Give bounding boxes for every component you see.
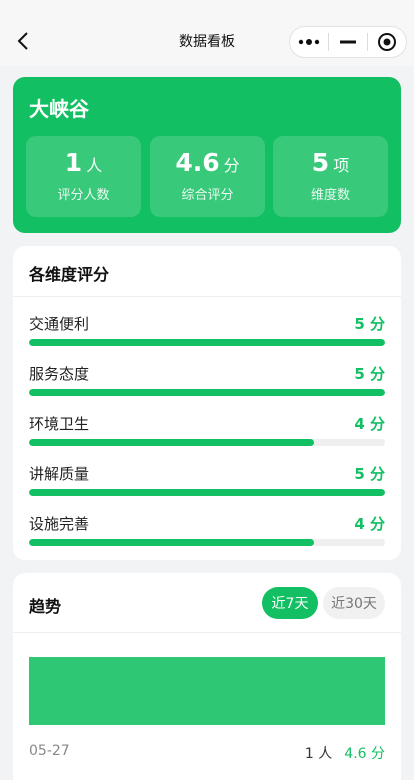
stat-rater-count: 1 人 评分人数 — [26, 136, 141, 217]
dimension-score: 5 分 — [354, 315, 385, 333]
dimension-row: 环境卫生 4 分 — [29, 413, 385, 453]
dimension-score: 4 分 — [354, 415, 385, 433]
stat-value: 1 — [64, 148, 83, 177]
stat-value: 4.6 — [175, 148, 220, 177]
trend-chart — [29, 657, 385, 725]
target-icon — [378, 33, 396, 51]
card-header: 各维度评分 — [13, 246, 401, 297]
tab-last-7-days[interactable]: 近7天 — [262, 587, 318, 619]
more-dots-icon — [298, 39, 320, 45]
score-bar-fill — [29, 439, 314, 446]
stat-label: 综合评分 — [181, 188, 234, 203]
stat-unit: 项 — [333, 156, 350, 175]
dimension-score: 5 分 — [354, 465, 385, 483]
trend-count: 1 人 — [304, 746, 333, 762]
dimension-name: 交通便利 — [29, 315, 90, 333]
minimize-button[interactable] — [329, 27, 367, 57]
summary-card: 大峡谷 1 人 评分人数 4.6 分 综合评分 5 项 维度数 — [13, 77, 401, 233]
nav-bar: 数据看板 — [0, 0, 414, 66]
trend-bar — [29, 657, 385, 725]
trend-date: 05-27 — [29, 743, 70, 759]
dimension-row: 设施完善 4 分 — [29, 513, 385, 553]
trend-row: 05-27 1 人 4.6 分 — [29, 743, 385, 763]
dimension-score: 4 分 — [354, 515, 385, 533]
dimension-row: 交通便利 5 分 — [29, 313, 385, 353]
stat-overall-score: 4.6 分 综合评分 — [150, 136, 265, 217]
dimension-row: 讲解质量 5 分 — [29, 463, 385, 503]
stat-label: 评分人数 — [57, 188, 110, 203]
stat-label: 维度数 — [310, 188, 350, 203]
minimize-icon — [340, 40, 356, 44]
stat-unit: 人 — [86, 156, 103, 175]
scenic-spot-name: 大峡谷 — [29, 97, 89, 121]
dimension-score: 5 分 — [354, 365, 385, 383]
score-bar-fill — [29, 539, 314, 546]
dimension-name: 讲解质量 — [29, 465, 90, 483]
stat-unit: 分 — [223, 156, 240, 175]
stat-dimension-count: 5 项 维度数 — [273, 136, 388, 217]
trend-score: 4.6 分 — [344, 746, 385, 762]
score-bar-fill — [29, 389, 385, 396]
score-bar-track — [29, 539, 385, 546]
stat-value: 5 — [311, 148, 330, 177]
score-bar-track — [29, 339, 385, 346]
card-title: 趋势 — [29, 597, 62, 616]
score-bar-fill — [29, 489, 385, 496]
card-header: 趋势 近7天 近30天 — [13, 573, 401, 633]
dimension-name: 服务态度 — [29, 365, 90, 383]
score-bar-track — [29, 489, 385, 496]
dimension-row: 服务态度 5 分 — [29, 363, 385, 403]
score-bar-track — [29, 439, 385, 446]
tab-last-30-days[interactable]: 近30天 — [323, 587, 385, 619]
close-mini-program-button[interactable] — [368, 27, 406, 57]
card-title: 各维度评分 — [29, 265, 110, 284]
more-button[interactable] — [290, 27, 328, 57]
dimension-name: 环境卫生 — [29, 415, 90, 433]
score-bar-fill — [29, 339, 385, 346]
trend-card: 趋势 近7天 近30天 05-27 1 人 4.6 分 — [13, 573, 401, 780]
dimension-scores-card: 各维度评分 交通便利 5 分 服务态度 5 分 环境卫生 4 分 讲解质量 5 … — [13, 246, 401, 560]
score-bar-track — [29, 389, 385, 396]
dimension-name: 设施完善 — [29, 515, 90, 533]
mini-program-capsule — [289, 26, 407, 58]
